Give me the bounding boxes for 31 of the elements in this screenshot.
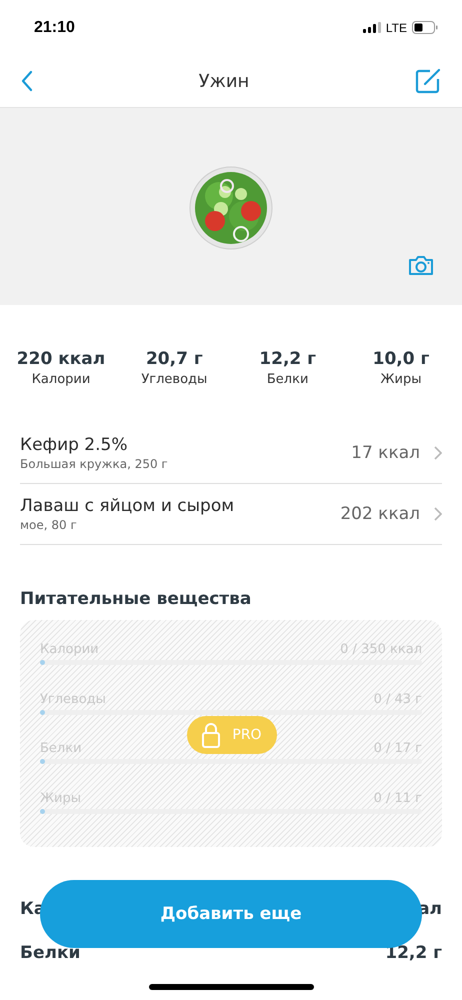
food-name: Кефир 2.5% [20, 435, 128, 455]
back-icon [20, 70, 34, 92]
macro-value: 10,0 г [372, 349, 430, 369]
camera-icon [408, 255, 434, 276]
food-name: Лаваш с яйцом и сыром [20, 496, 234, 516]
macro-value: 20,7 г [146, 349, 203, 369]
battery-icon [412, 21, 438, 34]
section-title: Питательные вещества [20, 589, 252, 609]
screen-title: Ужин [198, 70, 250, 92]
chevron-icon [434, 507, 442, 521]
food-row[interactable]: Кефир 2.5% Большая кружка, 250 г 17 ккал [20, 423, 442, 484]
macro-label: Калории [32, 372, 90, 387]
camera-button[interactable] [408, 255, 434, 276]
macro-label: Углеводы [141, 372, 208, 387]
food-portion: Большая кружка, 250 г [20, 457, 168, 471]
signal-icon [362, 22, 381, 33]
macro-value: 12,2 г [259, 349, 316, 369]
back-button[interactable] [20, 70, 34, 92]
macro-label: Жиры [380, 372, 422, 387]
lock-icon [202, 722, 220, 748]
food-portion: мое, 80 г [20, 518, 78, 532]
chevron-icon [434, 446, 442, 460]
macro-label: Белки [266, 372, 308, 387]
food-calories: 17 ккал [351, 443, 420, 463]
food-calories: 202 ккал [340, 504, 420, 524]
edit-icon [414, 67, 442, 95]
food-row[interactable]: Лаваш с яйцом и сыром мое, 80 г 202 ккал [20, 484, 442, 545]
network-label: LTE [386, 20, 407, 34]
status-time: 21:10 [34, 18, 75, 36]
edit-button[interactable] [414, 67, 442, 95]
macro-value: 220 ккал [16, 349, 106, 369]
